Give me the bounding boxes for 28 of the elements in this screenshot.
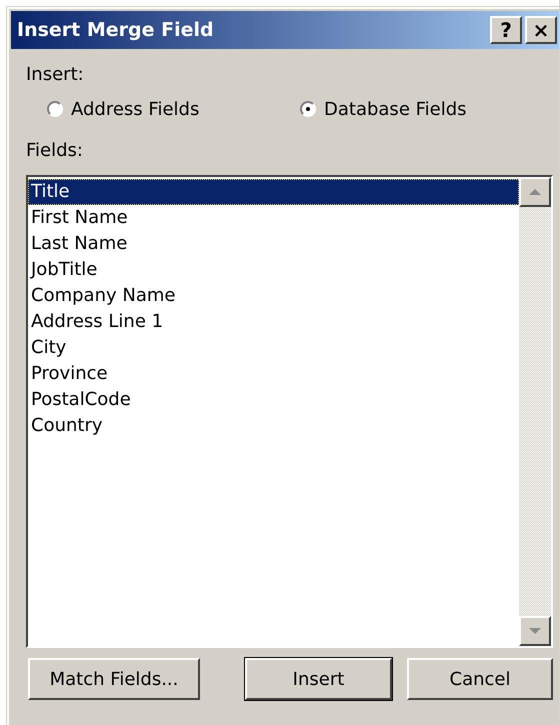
radio-button[interactable] — [47, 101, 63, 117]
list-item[interactable]: PostalCode — [28, 387, 519, 413]
scroll-up-button[interactable] — [519, 177, 551, 207]
scrollbar[interactable] — [519, 177, 551, 646]
match-fields-button[interactable]: Match Fields... — [28, 658, 200, 700]
radio-button[interactable] — [300, 101, 316, 117]
list-item[interactable]: City — [28, 335, 519, 361]
list-item[interactable]: Province — [28, 361, 519, 387]
fields-list[interactable]: Title First Name Last Name JobTitle Company Name Address Line 1 City Province PostalCode Country — [26, 175, 553, 648]
radio-label[interactable]: Address Fields — [71, 98, 200, 120]
list-item[interactable]: Title — [28, 179, 519, 205]
list-item[interactable]: Last Name — [28, 231, 519, 257]
window-title: Insert Merge Field — [17, 19, 214, 41]
list-item[interactable]: JobTitle — [28, 257, 519, 283]
radio-label[interactable]: Database Fields — [324, 98, 467, 120]
list-label: Fields: — [26, 139, 84, 163]
up-arrow-icon — [528, 188, 542, 196]
cancel-button[interactable]: Cancel — [407, 658, 553, 700]
list-item[interactable]: Address Line 1 — [28, 309, 519, 335]
group-label: Insert: — [26, 63, 85, 87]
scroll-down-button[interactable] — [519, 616, 551, 646]
list-item[interactable]: Company Name — [28, 283, 519, 309]
list-item[interactable]: Country — [28, 413, 519, 439]
help-button[interactable]: ? — [490, 16, 522, 44]
insert-button[interactable]: Insert — [245, 658, 392, 700]
list-item[interactable]: First Name — [28, 205, 519, 231]
down-arrow-icon — [528, 627, 542, 635]
close-button[interactable]: × — [525, 16, 557, 44]
